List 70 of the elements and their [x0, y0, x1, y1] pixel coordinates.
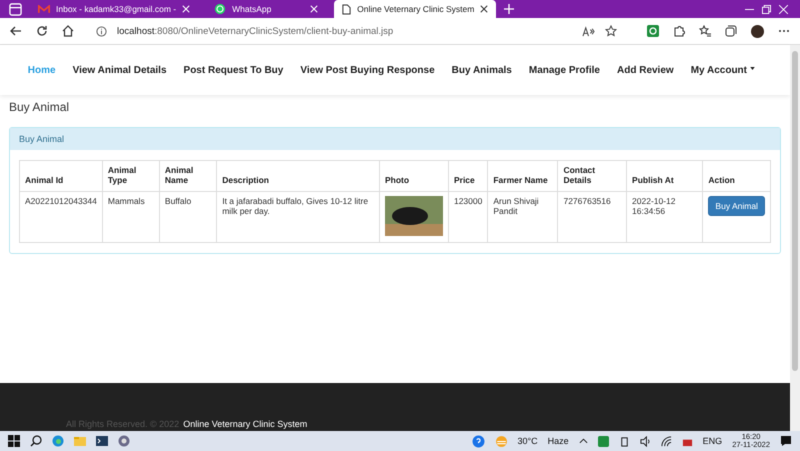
- table-cell: 7276763516: [558, 192, 627, 242]
- nav-link[interactable]: My Account: [690, 64, 755, 76]
- column-header: Photo: [379, 160, 448, 192]
- table-cell: Mammals: [102, 192, 160, 242]
- close-icon[interactable]: [480, 5, 488, 13]
- browser-tab[interactable]: Inbox - kadamk33@gmail.com -: [30, 0, 198, 18]
- browser-taskbar-icon[interactable]: [52, 435, 64, 447]
- column-header: Description: [216, 160, 380, 192]
- search-icon[interactable]: [30, 435, 42, 447]
- collections-icon[interactable]: [725, 25, 737, 37]
- chevron-up-icon[interactable]: [578, 438, 588, 444]
- windows-start-icon[interactable]: [8, 435, 20, 447]
- new-tab-icon[interactable]: [504, 4, 514, 14]
- battery-icon[interactable]: [618, 436, 630, 446]
- panel-title: Buy Animal: [19, 134, 64, 144]
- address-bar[interactable]: localhost:8080/OnlineVeternaryClinicSystem/client-buy-animal.jsp: [88, 20, 625, 42]
- mail-icon: [38, 4, 50, 14]
- read-aloud-icon[interactable]: [582, 26, 595, 36]
- restore-icon[interactable]: [762, 4, 771, 14]
- camera-app-icon[interactable]: [118, 435, 130, 447]
- refresh-icon[interactable]: [36, 25, 48, 37]
- browser-tab[interactable]: Online Veternary Clinic System: [334, 0, 496, 18]
- temperature-text: 30°C: [518, 436, 538, 446]
- browser-tab[interactable]: WhatsApp: [206, 0, 326, 18]
- table-cell: It a jafarabadi buffalo, Gives 10-12 litre milk per day.: [216, 192, 380, 242]
- footer-link[interactable]: Online Veternary Clinic System: [183, 419, 308, 429]
- favorite-star-icon[interactable]: [605, 25, 617, 37]
- table-cell: 123000: [448, 192, 488, 242]
- language-indicator[interactable]: ENG: [702, 436, 722, 446]
- extension-icon[interactable]: [647, 25, 659, 37]
- column-header: Animal Type: [102, 160, 160, 192]
- nav-link[interactable]: View Post Buying Response: [300, 64, 435, 76]
- chat-bubble-icon: [214, 3, 226, 15]
- page-icon: [342, 4, 352, 14]
- nav-link[interactable]: Buy Animals: [452, 64, 512, 76]
- app-tray-icon[interactable]: [598, 436, 609, 446]
- home-icon[interactable]: [62, 25, 74, 37]
- nav-link[interactable]: Add Review: [617, 64, 674, 76]
- nav-link[interactable]: Post Request To Buy: [184, 64, 284, 76]
- page-title: Buy Animal: [8, 99, 70, 116]
- table-cell: Arun Shivaji Pandit: [488, 192, 558, 242]
- column-header: Action: [702, 160, 770, 192]
- column-header: Animal Id: [20, 160, 102, 192]
- caret-icon: [750, 66, 755, 70]
- buy-animal-button[interactable]: Buy Animal: [708, 196, 765, 216]
- table-cell: Buffalo: [159, 192, 217, 242]
- puzzle-icon[interactable]: [673, 25, 685, 37]
- back-icon[interactable]: [10, 25, 22, 37]
- weather-text: Haze: [548, 436, 569, 446]
- table-cell: A20221012043344: [20, 192, 102, 242]
- help-icon[interactable]: [472, 434, 485, 448]
- sun-haze-icon: [494, 434, 508, 448]
- favorites-icon[interactable]: [699, 25, 711, 37]
- photo-placeholder: [384, 196, 443, 236]
- nav-link[interactable]: Manage Profile: [528, 64, 600, 76]
- column-header: Price: [448, 160, 488, 192]
- tab-actions-icon[interactable]: [9, 2, 22, 16]
- column-header: Publish At: [626, 160, 703, 192]
- volume-icon[interactable]: [640, 436, 651, 446]
- table-cell: 2022-10-12 16:34:56: [626, 192, 703, 242]
- nav-link[interactable]: View Animal Details: [72, 64, 167, 76]
- notifications-icon[interactable]: [780, 435, 792, 447]
- wifi-icon[interactable]: [660, 436, 672, 446]
- column-header: Animal Name: [159, 160, 217, 192]
- column-header: Contact Details: [558, 160, 627, 192]
- info-icon: [96, 26, 107, 36]
- more-icon[interactable]: [778, 29, 790, 33]
- terminal-icon[interactable]: [96, 435, 108, 447]
- column-header: Farmer Name: [488, 160, 558, 192]
- profile-avatar[interactable]: [751, 24, 764, 38]
